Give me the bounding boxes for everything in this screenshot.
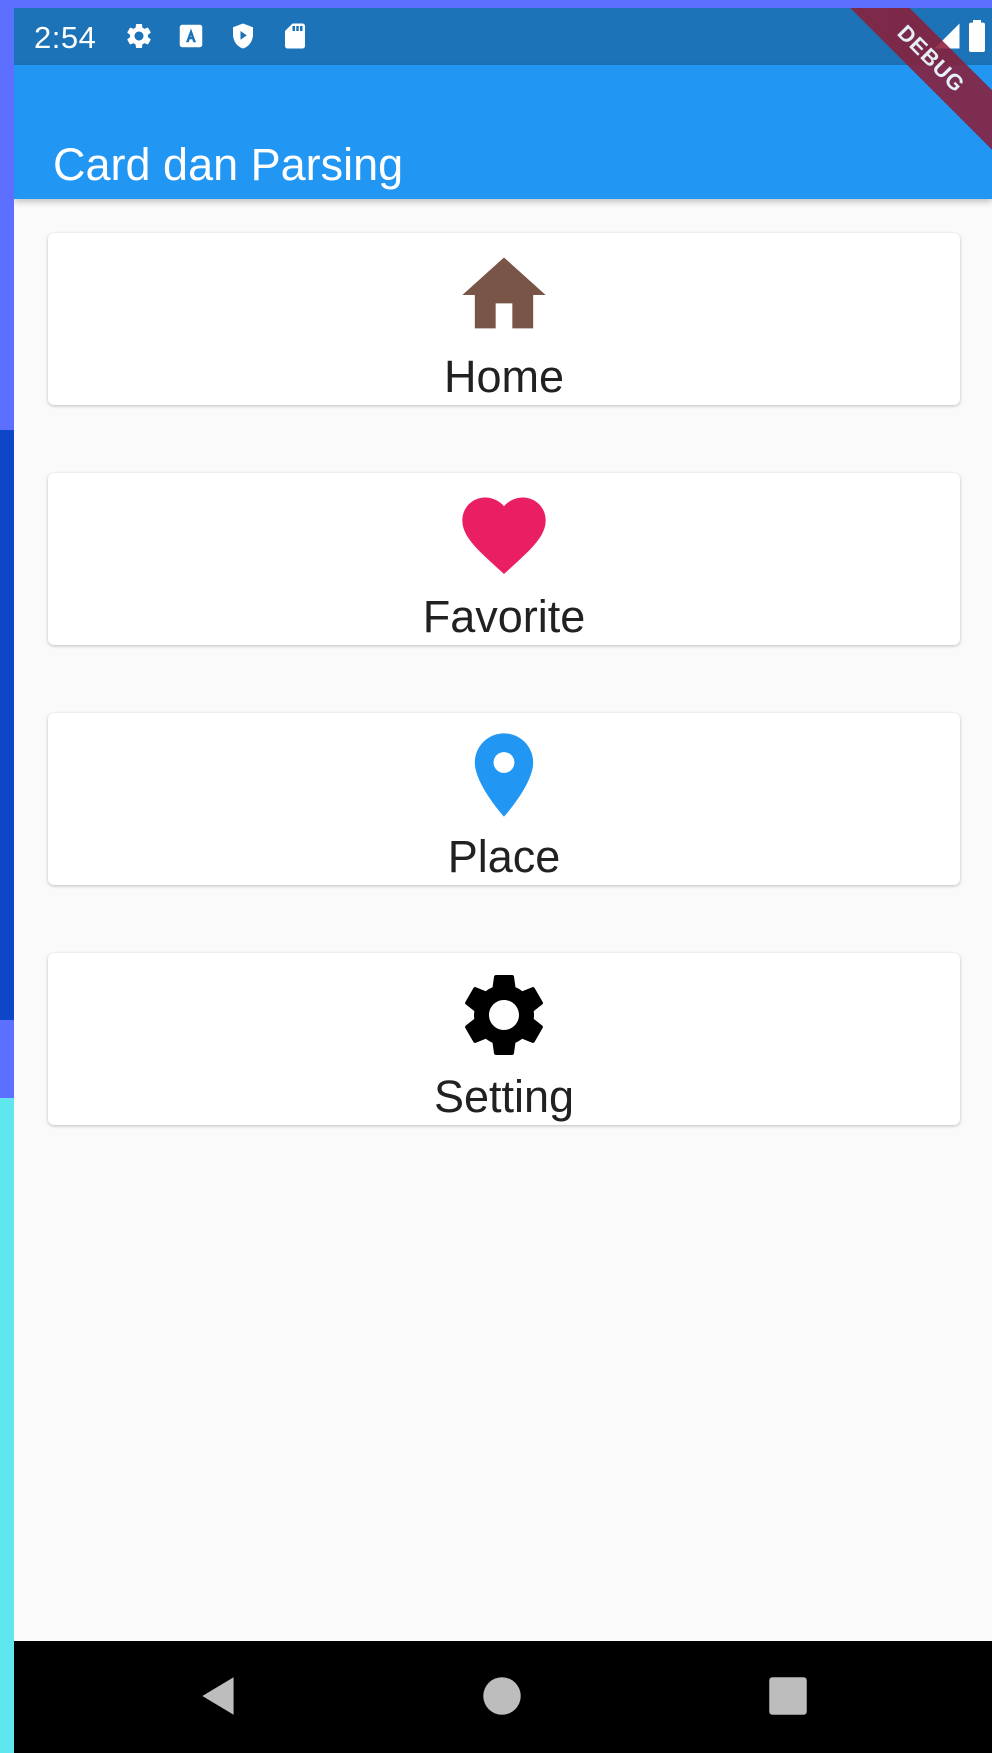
app-bar: Card dan Parsing [14, 65, 992, 199]
card-label: Setting [433, 1071, 575, 1122]
card-label: Place [447, 831, 561, 882]
navigation-bar [14, 1641, 992, 1753]
status-bar: 2:54 [14, 8, 992, 65]
card-list: Home Favorite Place Setting [48, 233, 960, 1193]
back-icon[interactable] [194, 1671, 244, 1721]
home-circle-icon[interactable] [477, 1671, 527, 1721]
card-label: Favorite [422, 591, 586, 642]
card-place[interactable]: Place [48, 713, 960, 885]
status-time: 2:54 [34, 20, 97, 55]
card-setting[interactable]: Setting [48, 953, 960, 1125]
gear-icon [127, 23, 151, 48]
battery-icon [969, 20, 985, 52]
settings-icon [465, 974, 543, 1055]
shield-play-icon [233, 23, 253, 49]
card-label: Home [443, 351, 565, 402]
card-favorite[interactable]: Favorite [48, 473, 960, 645]
app-title: Card dan Parsing [53, 139, 404, 191]
heart-icon [462, 497, 546, 574]
home-icon [462, 257, 546, 329]
recents-icon[interactable] [763, 1671, 813, 1721]
sd-card-icon [285, 23, 305, 49]
place-icon [474, 733, 534, 817]
background-band-cyan [0, 1098, 14, 1753]
card-home[interactable]: Home [48, 233, 960, 405]
phone-screen: 2:54 Card dan Parsing DEBUG Home Favorit… [14, 8, 992, 1753]
background-band-dark [0, 430, 14, 1020]
a-icon [179, 24, 203, 48]
